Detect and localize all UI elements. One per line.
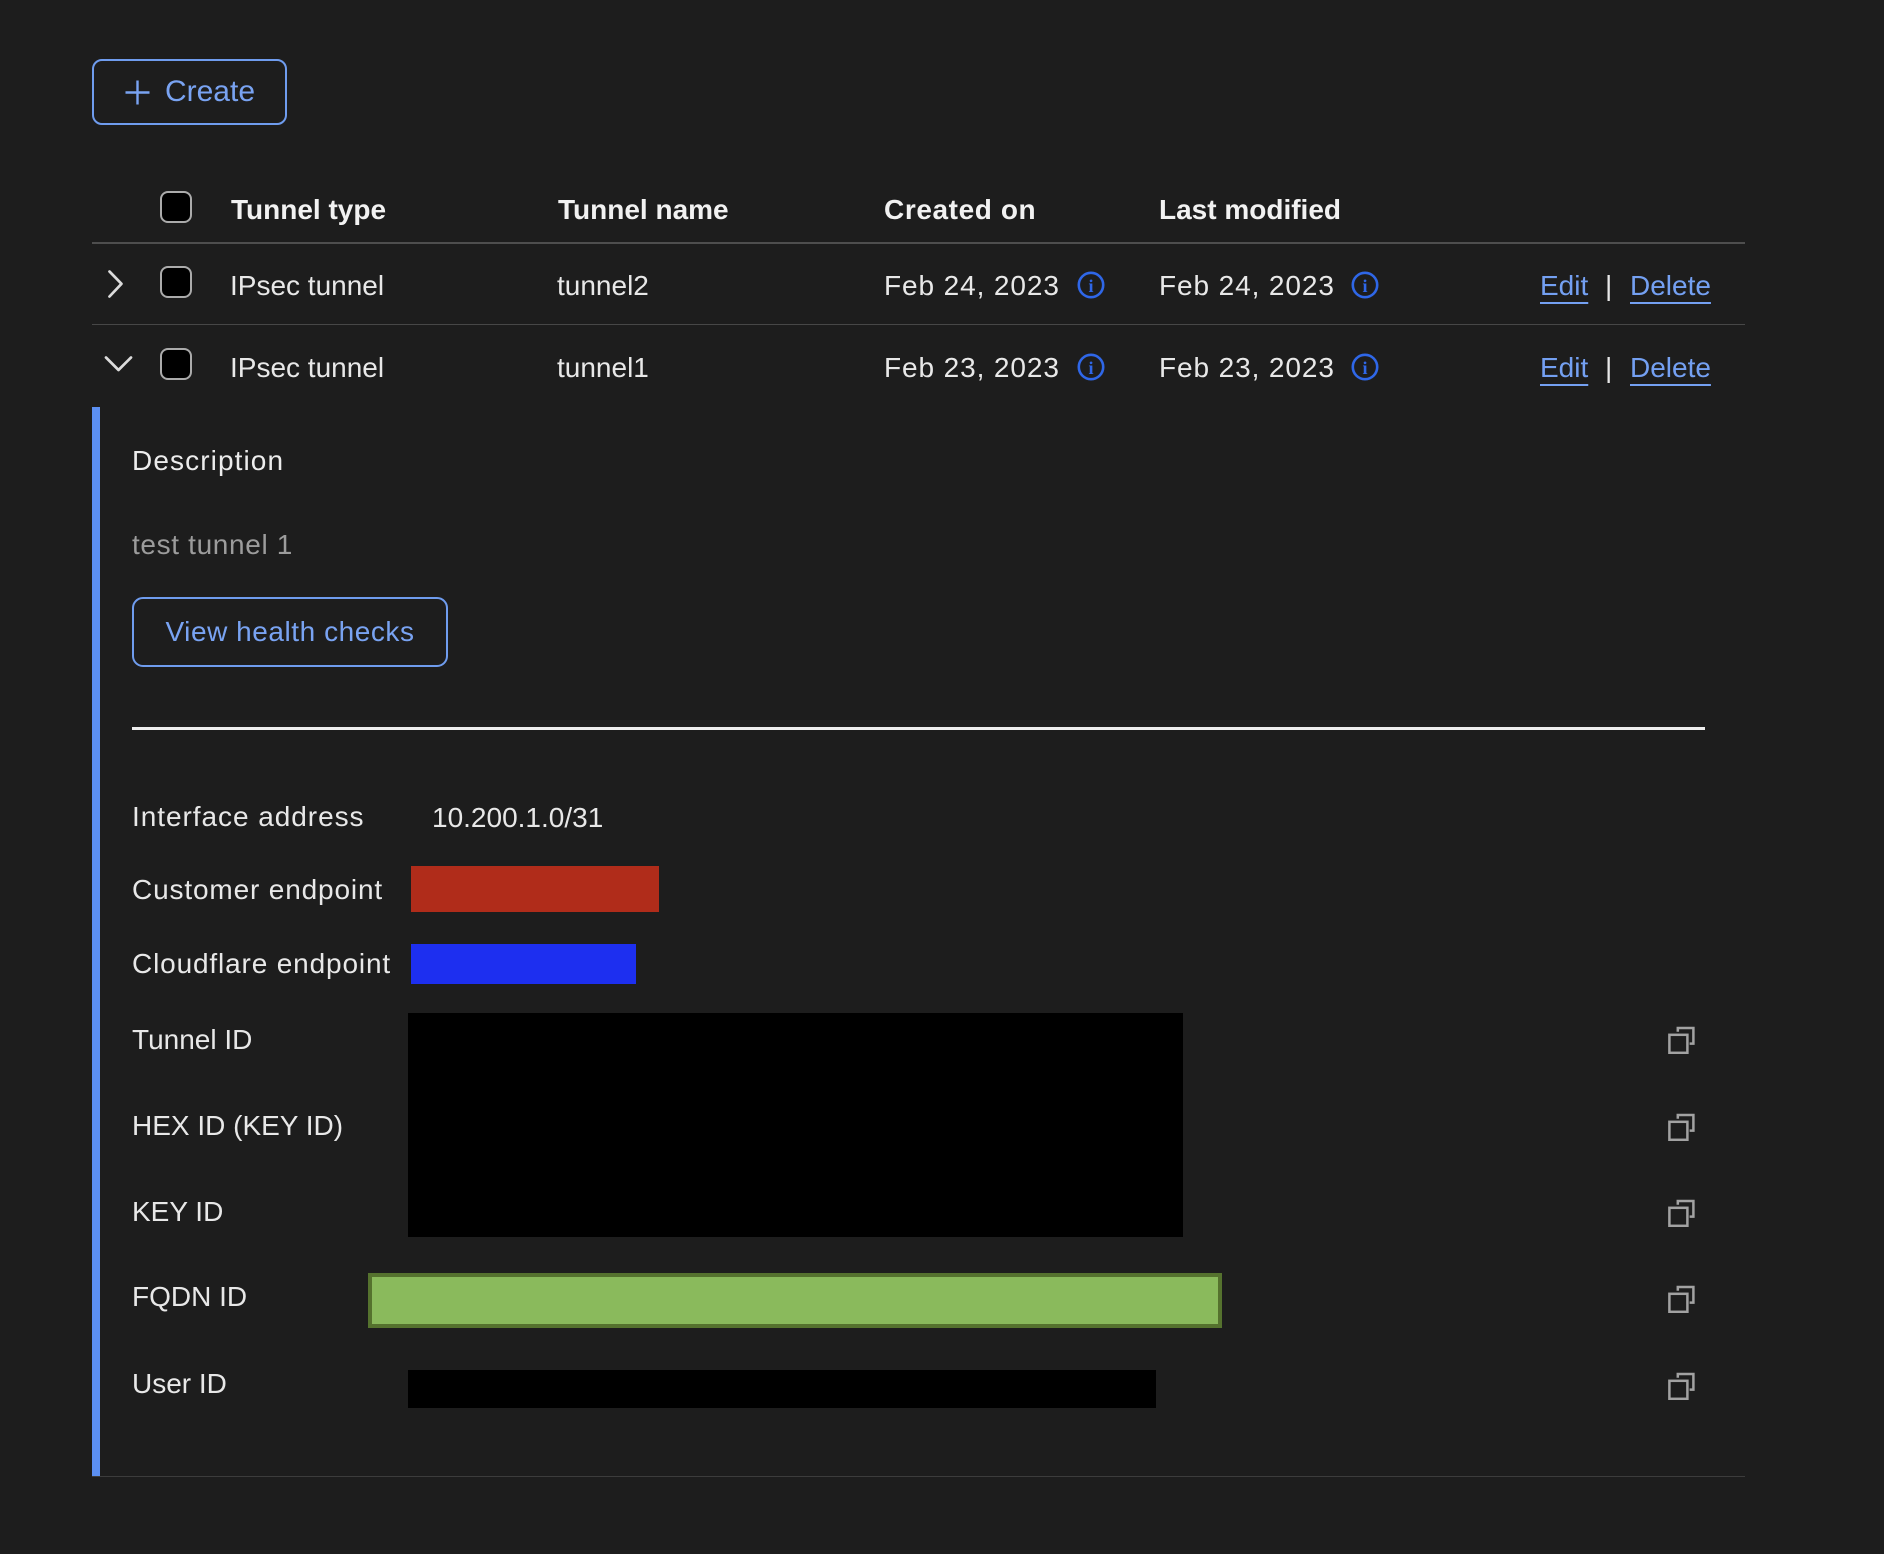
svg-text:i: i — [1362, 358, 1367, 378]
svg-text:i: i — [1088, 358, 1093, 378]
svg-text:i: i — [1088, 276, 1093, 296]
svg-text:i: i — [1362, 276, 1367, 296]
